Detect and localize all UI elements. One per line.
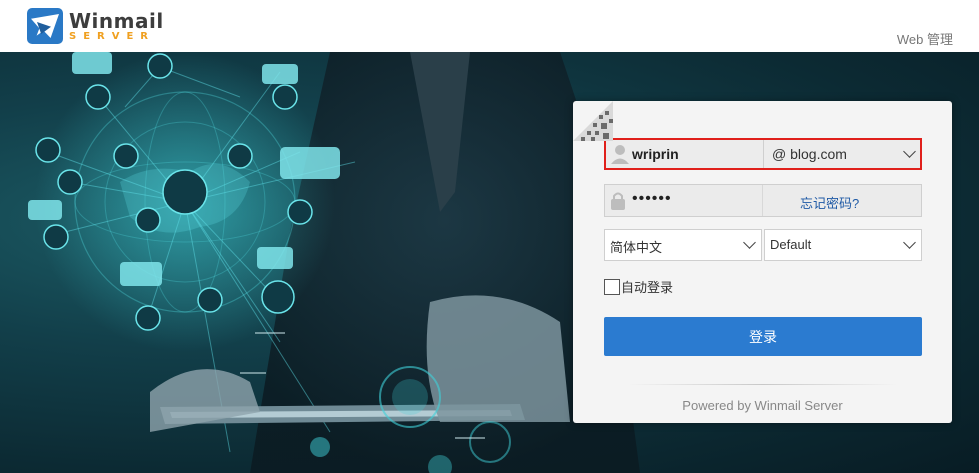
theme-select[interactable]: Default bbox=[764, 229, 922, 261]
winmail-logo-icon bbox=[27, 8, 63, 44]
qr-code-icon[interactable] bbox=[573, 101, 613, 141]
login-button[interactable]: 登录 bbox=[604, 317, 922, 356]
user-icon bbox=[611, 145, 629, 164]
chevron-down-icon bbox=[743, 236, 756, 249]
winmail-logo[interactable]: Winmail SERVER bbox=[27, 8, 164, 44]
powered-by-text: Powered by Winmail Server bbox=[682, 398, 843, 413]
forgot-password-link[interactable]: 忘记密码? bbox=[800, 193, 859, 212]
chevron-down-icon bbox=[903, 145, 916, 158]
domain-select[interactable]: @ blog.com bbox=[766, 140, 920, 168]
login-panel: wriprin @ blog.com •••••• 忘记密码? 简体中文 Def… bbox=[573, 101, 952, 423]
auto-login-label[interactable]: 自动登录 bbox=[621, 277, 673, 296]
theme-value: Default bbox=[770, 237, 812, 252]
username-field: wriprin @ blog.com bbox=[604, 138, 922, 170]
domain-value: @ blog.com bbox=[772, 146, 847, 162]
chevron-down-icon bbox=[903, 236, 916, 249]
hero-background: wriprin @ blog.com •••••• 忘记密码? 简体中文 Def… bbox=[0, 52, 979, 473]
auto-login-option: 自动登录 bbox=[604, 277, 673, 296]
username-input[interactable]: wriprin bbox=[632, 146, 679, 162]
logo-subtitle: SERVER bbox=[69, 30, 156, 42]
language-value: 简体中文 bbox=[610, 240, 663, 255]
password-field: •••••• 忘记密码? bbox=[604, 184, 922, 217]
web-admin-link[interactable]: Web 管理 bbox=[897, 29, 953, 48]
auto-login-checkbox[interactable] bbox=[604, 278, 620, 295]
divider-line bbox=[628, 384, 898, 385]
lock-icon bbox=[611, 192, 625, 210]
logo-wordmark: Winmail bbox=[69, 8, 164, 33]
password-input[interactable]: •••••• bbox=[632, 190, 672, 208]
top-bar: Winmail SERVER Web 管理 bbox=[0, 0, 979, 52]
language-select[interactable]: 简体中文 bbox=[604, 229, 762, 261]
